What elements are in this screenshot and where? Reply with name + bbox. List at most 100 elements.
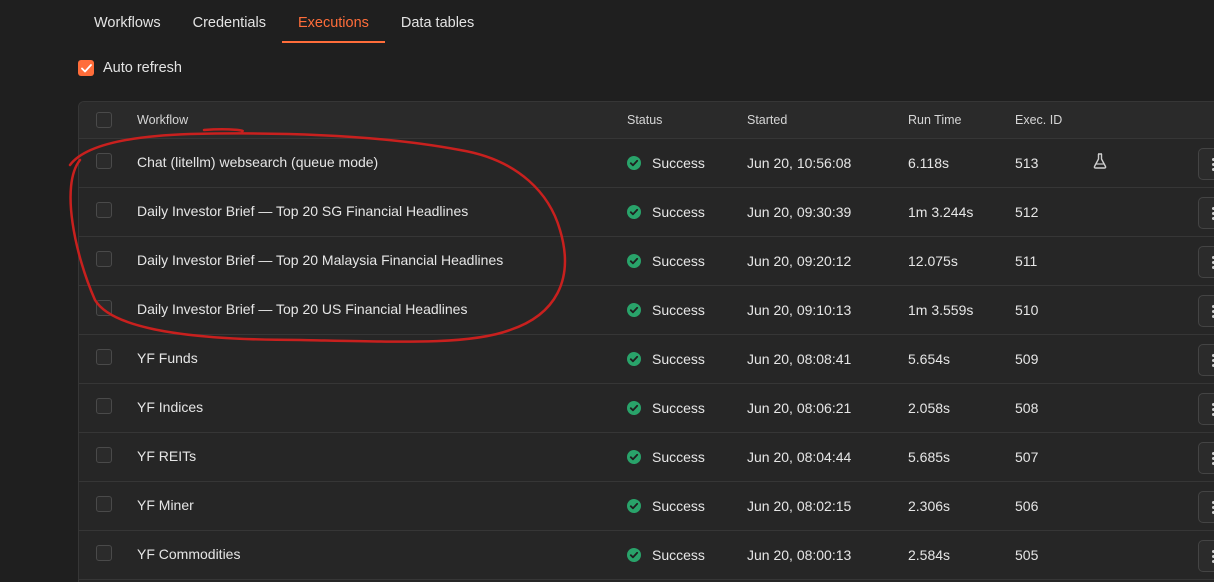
status-label: Success xyxy=(652,204,705,220)
select-all-checkbox[interactable] xyxy=(96,112,112,128)
status-label: Success xyxy=(652,302,705,318)
run-time: 1m 3.244s xyxy=(908,204,974,220)
status-label: Success xyxy=(652,449,705,465)
success-check-icon xyxy=(627,303,641,317)
executions-table: Workflow Status Started Run Time Exec. I… xyxy=(78,101,1214,582)
run-time: 5.654s xyxy=(908,351,951,367)
exec-id: 510 xyxy=(1015,302,1039,318)
row-checkbox[interactable] xyxy=(96,398,112,414)
success-check-icon xyxy=(627,548,641,562)
row-checkbox[interactable] xyxy=(96,545,112,561)
status-cell: Success xyxy=(627,302,705,318)
row-checkbox[interactable] xyxy=(96,251,112,267)
exec-id: 511 xyxy=(1015,253,1038,269)
row-checkbox[interactable] xyxy=(96,300,112,316)
success-check-icon xyxy=(627,450,641,464)
run-time: 5.685s xyxy=(908,449,951,465)
workflow-name[interactable]: Daily Investor Brief — Top 20 US Financi… xyxy=(137,301,467,317)
table-row[interactable]: YF Commodities Success Jun 20, 08:00:13 … xyxy=(79,531,1214,580)
started-time: Jun 20, 09:30:39 xyxy=(747,204,852,220)
row-actions-button[interactable] xyxy=(1198,393,1214,425)
row-actions-button[interactable] xyxy=(1198,491,1214,523)
table-row[interactable]: Daily Investor Brief — Top 20 SG Financi… xyxy=(79,188,1214,237)
exec-id: 507 xyxy=(1015,449,1039,465)
table-row[interactable]: Chat (litellm) websearch (queue mode) Su… xyxy=(79,139,1214,188)
auto-refresh-checkbox[interactable] xyxy=(78,60,94,76)
table-row[interactable]: YF Miner Success Jun 20, 08:02:15 2.306s… xyxy=(79,482,1214,531)
workflow-name[interactable]: YF Commodities xyxy=(137,546,240,562)
success-check-icon xyxy=(627,205,641,219)
run-time: 6.118s xyxy=(908,155,949,171)
success-check-icon xyxy=(627,401,641,415)
run-time: 2.058s xyxy=(908,400,951,416)
row-actions-button[interactable] xyxy=(1198,540,1214,572)
table-header: Workflow Status Started Run Time Exec. I… xyxy=(79,102,1214,139)
exec-id: 505 xyxy=(1015,547,1039,563)
exec-id: 509 xyxy=(1015,351,1039,367)
status-label: Success xyxy=(652,253,705,269)
table-body: Chat (litellm) websearch (queue mode) Su… xyxy=(79,139,1214,580)
status-label: Success xyxy=(652,498,705,514)
workflow-name[interactable]: Daily Investor Brief — Top 20 SG Financi… xyxy=(137,203,468,219)
tab-executions[interactable]: Executions xyxy=(281,0,385,43)
status-label: Success xyxy=(652,547,705,563)
auto-refresh-label: Auto refresh xyxy=(103,60,182,76)
run-time: 2.306s xyxy=(908,498,951,514)
status-cell: Success xyxy=(627,204,705,220)
row-actions-button[interactable] xyxy=(1198,344,1214,376)
column-header-exec-id[interactable]: Exec. ID xyxy=(1015,113,1062,127)
status-cell: Success xyxy=(627,351,705,367)
status-label: Success xyxy=(652,400,705,416)
status-label: Success xyxy=(652,351,705,367)
started-time: Jun 20, 08:04:44 xyxy=(747,449,852,465)
success-check-icon xyxy=(627,499,641,513)
row-actions-button[interactable] xyxy=(1198,197,1214,229)
started-time: Jun 20, 09:10:13 xyxy=(747,302,852,318)
table-row[interactable]: Daily Investor Brief — Top 20 Malaysia F… xyxy=(79,237,1214,286)
table-row[interactable]: YF Funds Success Jun 20, 08:08:41 5.654s… xyxy=(79,335,1214,384)
workflow-name[interactable]: YF Indices xyxy=(137,399,203,415)
status-cell: Success xyxy=(627,155,705,171)
workflow-name[interactable]: YF Funds xyxy=(137,350,198,366)
row-actions-button[interactable] xyxy=(1198,148,1214,180)
column-header-run-time[interactable]: Run Time xyxy=(908,113,962,127)
exec-id: 508 xyxy=(1015,400,1039,416)
workflow-name[interactable]: YF Miner xyxy=(137,497,194,513)
status-cell: Success xyxy=(627,400,705,416)
status-cell: Success xyxy=(627,253,705,269)
column-header-started[interactable]: Started xyxy=(747,113,787,127)
status-label: Success xyxy=(652,155,705,171)
row-checkbox[interactable] xyxy=(96,349,112,365)
column-header-status[interactable]: Status xyxy=(627,113,662,127)
started-time: Jun 20, 08:00:13 xyxy=(747,547,852,563)
row-checkbox[interactable] xyxy=(96,447,112,463)
tab-workflows[interactable]: Workflows xyxy=(78,0,177,41)
started-time: Jun 20, 08:02:15 xyxy=(747,498,852,514)
row-actions-button[interactable] xyxy=(1198,295,1214,327)
workflow-name[interactable]: Chat (litellm) websearch (queue mode) xyxy=(137,154,378,170)
status-cell: Success xyxy=(627,547,705,563)
table-row[interactable]: YF Indices Success Jun 20, 08:06:21 2.05… xyxy=(79,384,1214,433)
tab-data-tables[interactable]: Data tables xyxy=(385,0,490,41)
row-checkbox[interactable] xyxy=(96,496,112,512)
row-checkbox[interactable] xyxy=(96,202,112,218)
main-tabs: Workflows Credentials Executions Data ta… xyxy=(78,0,490,43)
workflow-name[interactable]: Daily Investor Brief — Top 20 Malaysia F… xyxy=(137,252,503,268)
run-time: 12.075s xyxy=(908,253,958,269)
tab-credentials[interactable]: Credentials xyxy=(177,0,282,41)
workflow-name[interactable]: YF REITs xyxy=(137,448,196,464)
table-row[interactable]: YF REITs Success Jun 20, 08:04:44 5.685s… xyxy=(79,433,1214,482)
auto-refresh-toggle[interactable]: Auto refresh xyxy=(78,60,182,76)
started-time: Jun 20, 08:08:41 xyxy=(747,351,852,367)
started-time: Jun 20, 10:56:08 xyxy=(747,155,852,171)
column-header-workflow[interactable]: Workflow xyxy=(137,113,188,127)
table-row[interactable]: Daily Investor Brief — Top 20 US Financi… xyxy=(79,286,1214,335)
started-time: Jun 20, 08:06:21 xyxy=(747,400,852,416)
exec-id: 513 xyxy=(1015,155,1039,171)
success-check-icon xyxy=(627,156,641,170)
flask-icon[interactable] xyxy=(1093,153,1107,172)
row-actions-button[interactable] xyxy=(1198,442,1214,474)
success-check-icon xyxy=(627,254,641,268)
row-checkbox[interactable] xyxy=(96,153,112,169)
row-actions-button[interactable] xyxy=(1198,246,1214,278)
